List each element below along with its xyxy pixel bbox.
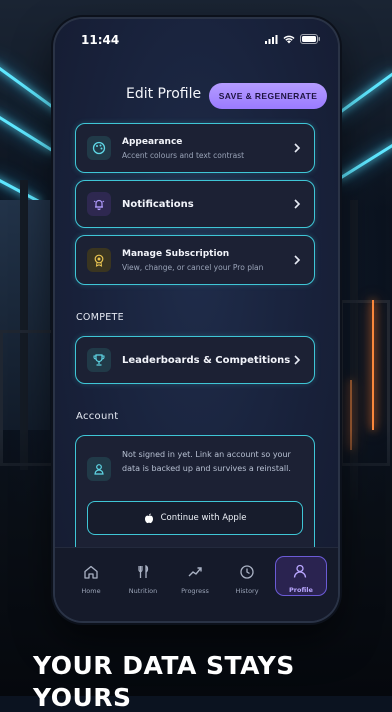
leaderboards-title: Leaderboards & Competitions bbox=[122, 355, 291, 366]
orange-light bbox=[372, 300, 374, 430]
app-screen: 11:44 Edit Profile SAVE & REGENERATE App… bbox=[55, 19, 338, 621]
page-title: Edit Profile bbox=[126, 86, 202, 102]
bell-icon bbox=[87, 192, 111, 216]
tab-label: Home bbox=[81, 587, 101, 595]
appearance-title: Appearance bbox=[122, 137, 183, 147]
account-card: Not signed in yet. Link an account so yo… bbox=[75, 435, 315, 548]
continue-with-apple-button[interactable]: Continue with Apple bbox=[87, 501, 303, 535]
promo-headline: YOUR DATA STAYS bbox=[33, 651, 295, 680]
tab-label: History bbox=[235, 587, 259, 595]
tab-history[interactable]: History bbox=[223, 558, 271, 598]
battery-icon bbox=[300, 34, 320, 44]
save-regenerate-button[interactable]: SAVE & REGENERATE bbox=[209, 83, 327, 109]
top-bar: Edit Profile SAVE & REGENERATE bbox=[55, 77, 338, 117]
leaderboards-row[interactable]: Leaderboards & Competitions bbox=[75, 336, 315, 384]
account-section-heading: Account bbox=[76, 411, 119, 422]
promo-headline-continued: YOURS bbox=[33, 683, 132, 712]
settings-list[interactable]: Appearance Accent colours and text contr… bbox=[55, 117, 338, 548]
phone-frame: 11:44 Edit Profile SAVE & REGENERATE App… bbox=[55, 19, 338, 621]
status-time: 11:44 bbox=[81, 33, 120, 47]
subscription-subtitle: View, change, or cancel your Pro plan bbox=[122, 263, 264, 272]
apple-button-label: Continue with Apple bbox=[160, 513, 247, 523]
palette-icon bbox=[87, 136, 111, 160]
appearance-subtitle: Accent colours and text contrast bbox=[122, 151, 245, 160]
subscription-title: Manage Subscription bbox=[122, 249, 230, 259]
apple-icon bbox=[144, 513, 153, 523]
notifications-title: Notifications bbox=[122, 199, 194, 210]
status-bar: 11:44 bbox=[55, 19, 338, 61]
cellular-icon bbox=[265, 34, 278, 44]
home-icon bbox=[84, 565, 98, 579]
appearance-row[interactable]: Appearance Accent colours and text contr… bbox=[75, 123, 315, 173]
trophy-icon bbox=[87, 348, 111, 372]
fork-knife-icon bbox=[138, 564, 149, 578]
chevron-right-icon bbox=[294, 255, 301, 265]
person-icon bbox=[87, 457, 111, 481]
tab-label: Progress bbox=[181, 587, 209, 595]
compete-section-heading: COMPETE bbox=[76, 312, 124, 323]
tab-home[interactable]: Home bbox=[67, 558, 115, 598]
tab-nutrition[interactable]: Nutrition bbox=[119, 558, 167, 598]
badge-icon bbox=[87, 248, 111, 272]
tab-profile[interactable]: Profile bbox=[275, 556, 327, 596]
chevron-right-icon bbox=[294, 199, 301, 209]
notifications-row[interactable]: Notifications bbox=[75, 180, 315, 228]
tab-progress[interactable]: Progress bbox=[171, 558, 219, 598]
manage-subscription-row[interactable]: Manage Subscription View, change, or can… bbox=[75, 235, 315, 285]
status-icons bbox=[265, 34, 320, 44]
chevron-right-icon bbox=[294, 355, 301, 365]
tab-label: Nutrition bbox=[128, 587, 158, 595]
clock-icon bbox=[240, 565, 254, 579]
chevron-right-icon bbox=[294, 143, 301, 153]
tab-label: Profile bbox=[289, 586, 313, 594]
wifi-icon bbox=[283, 35, 295, 43]
person-icon bbox=[293, 564, 307, 578]
account-message: Not signed in yet. Link an account so yo… bbox=[122, 450, 291, 473]
trend-icon bbox=[188, 567, 202, 577]
tab-bar: Home Nutrition Progress History Profile bbox=[55, 547, 338, 621]
